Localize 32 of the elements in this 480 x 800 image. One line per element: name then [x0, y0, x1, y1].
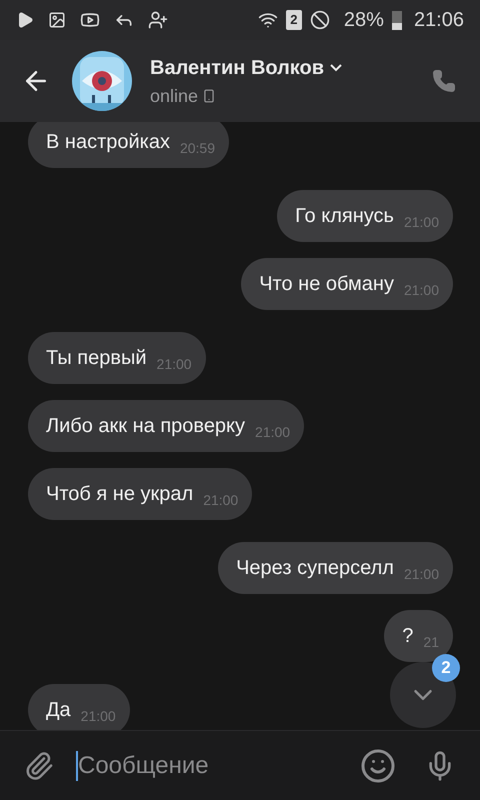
- message-text: Чтоб я не украл: [46, 482, 194, 507]
- play-icon: [16, 11, 34, 29]
- unread-badge: 2: [432, 654, 460, 682]
- message-time: 21:00: [203, 490, 238, 510]
- image-icon: [48, 11, 66, 29]
- message-time: 21:00: [80, 706, 116, 726]
- block-icon: [310, 10, 330, 30]
- message-time: 21:00: [156, 354, 192, 374]
- message-text: Либо акк на проверку: [46, 414, 246, 439]
- message-text: В настройках: [46, 130, 170, 155]
- message-text: Да: [46, 698, 71, 723]
- message-text: Ты первый: [46, 346, 147, 371]
- add-person-icon: [148, 10, 168, 30]
- scroll-down-button[interactable]: [390, 662, 456, 728]
- online-status: online: [150, 84, 198, 108]
- message-text: Го клянусь: [295, 204, 394, 229]
- emoji-icon[interactable]: [360, 748, 396, 784]
- chevron-icon: [330, 64, 342, 72]
- battery-percent: 28%: [344, 8, 384, 33]
- battery-icon: [392, 10, 402, 30]
- clock: 21:06: [414, 8, 464, 33]
- message-field[interactable]: Сообщение: [76, 748, 360, 782]
- message-text: ?: [402, 624, 414, 649]
- contact-name[interactable]: Валентин Волков: [150, 52, 324, 82]
- message-text: Что не обману: [259, 272, 394, 297]
- attach-icon[interactable]: [24, 750, 54, 780]
- phone-device-icon: [202, 89, 216, 103]
- message-text: Через суперселл: [236, 556, 394, 581]
- message-time: 21:00: [255, 422, 290, 442]
- sim-badge: 2: [286, 10, 302, 30]
- phone-icon: [432, 69, 456, 93]
- message-time: 20:59: [180, 138, 216, 158]
